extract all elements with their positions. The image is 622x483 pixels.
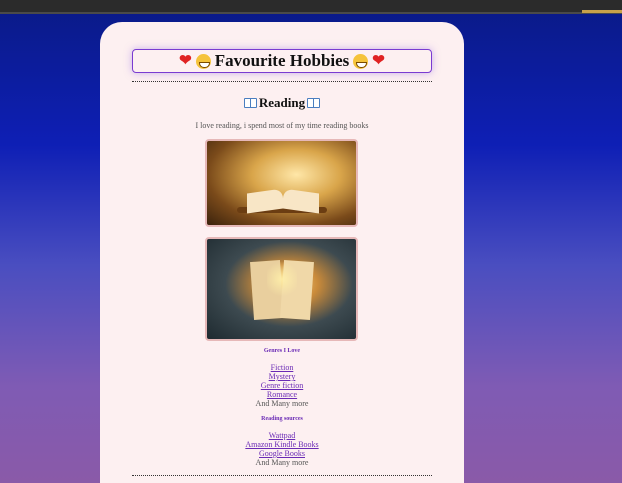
reading-section-title: Reading (100, 95, 464, 111)
genre-link-fiction[interactable]: Fiction (271, 363, 294, 372)
browser-top-bar (0, 0, 622, 14)
list-item: Google Books (100, 449, 464, 458)
reading-heading: Reading (258, 95, 306, 110)
source-link-wattpad[interactable]: Wattpad (269, 431, 295, 440)
sources-list: Wattpad Amazon Kindle Books Google Books… (100, 431, 464, 467)
heart-icon: ❤ (372, 52, 385, 69)
sources-heading: Reading sources (261, 416, 303, 422)
list-item: Genre fiction (100, 381, 464, 390)
list-item: Mystery (100, 372, 464, 381)
source-link-google-books[interactable]: Google Books (259, 449, 305, 458)
open-book-photo (205, 139, 358, 227)
hobbies-card: ❤ Favourite Hobbies ❤ Reading I love rea… (100, 22, 464, 483)
page-title: Favourite Hobbies (214, 51, 350, 70)
genres-list: Fiction Mystery Genre fiction Romance An… (100, 363, 464, 408)
genre-link-genre-fiction[interactable]: Genre fiction (261, 381, 303, 390)
top-divider (132, 81, 432, 82)
page-title-box: ❤ Favourite Hobbies ❤ (132, 49, 432, 73)
list-item: Romance (100, 390, 464, 399)
genres-more: And Many more (255, 399, 309, 408)
grin-icon (195, 53, 211, 69)
glowing-book-photo (205, 237, 358, 341)
list-item: Amazon Kindle Books (100, 440, 464, 449)
grin-icon (353, 53, 369, 69)
source-link-kindle[interactable]: Amazon Kindle Books (245, 440, 318, 449)
top-bar-accent (582, 10, 622, 13)
genre-link-romance[interactable]: Romance (267, 390, 297, 399)
reading-intro: I love reading, i spend most of my time … (195, 121, 369, 130)
heart-icon: ❤ (179, 52, 192, 69)
bottom-divider (132, 475, 432, 476)
genres-heading: Genres I Love (263, 348, 301, 354)
sources-more: And Many more (255, 458, 309, 467)
list-item: Fiction (100, 363, 464, 372)
open-book-icon (307, 98, 321, 108)
open-book-icon (243, 98, 257, 108)
list-item: Wattpad (100, 431, 464, 440)
book-glow (267, 259, 297, 299)
genre-link-mystery[interactable]: Mystery (269, 372, 296, 381)
